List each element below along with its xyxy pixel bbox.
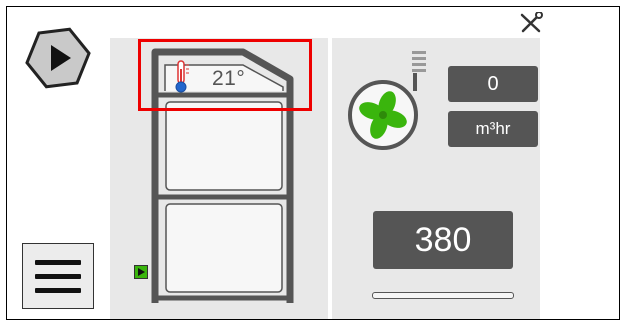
airflow-unit: m³hr [448,111,538,147]
filter-panel-lower [165,203,283,293]
filter-panel-upper [165,101,283,191]
temperature-readout: 21° [212,67,246,90]
unit-diagram [151,48,426,303]
setpoint-slider[interactable] [372,292,514,299]
app-screen: 21° 0 m³hr 380 [6,6,620,320]
play-indicator-icon[interactable] [134,265,148,279]
airflow-value: 0 [448,66,538,102]
setpoint-value[interactable]: 380 [373,211,513,269]
fan-icon [348,51,426,150]
